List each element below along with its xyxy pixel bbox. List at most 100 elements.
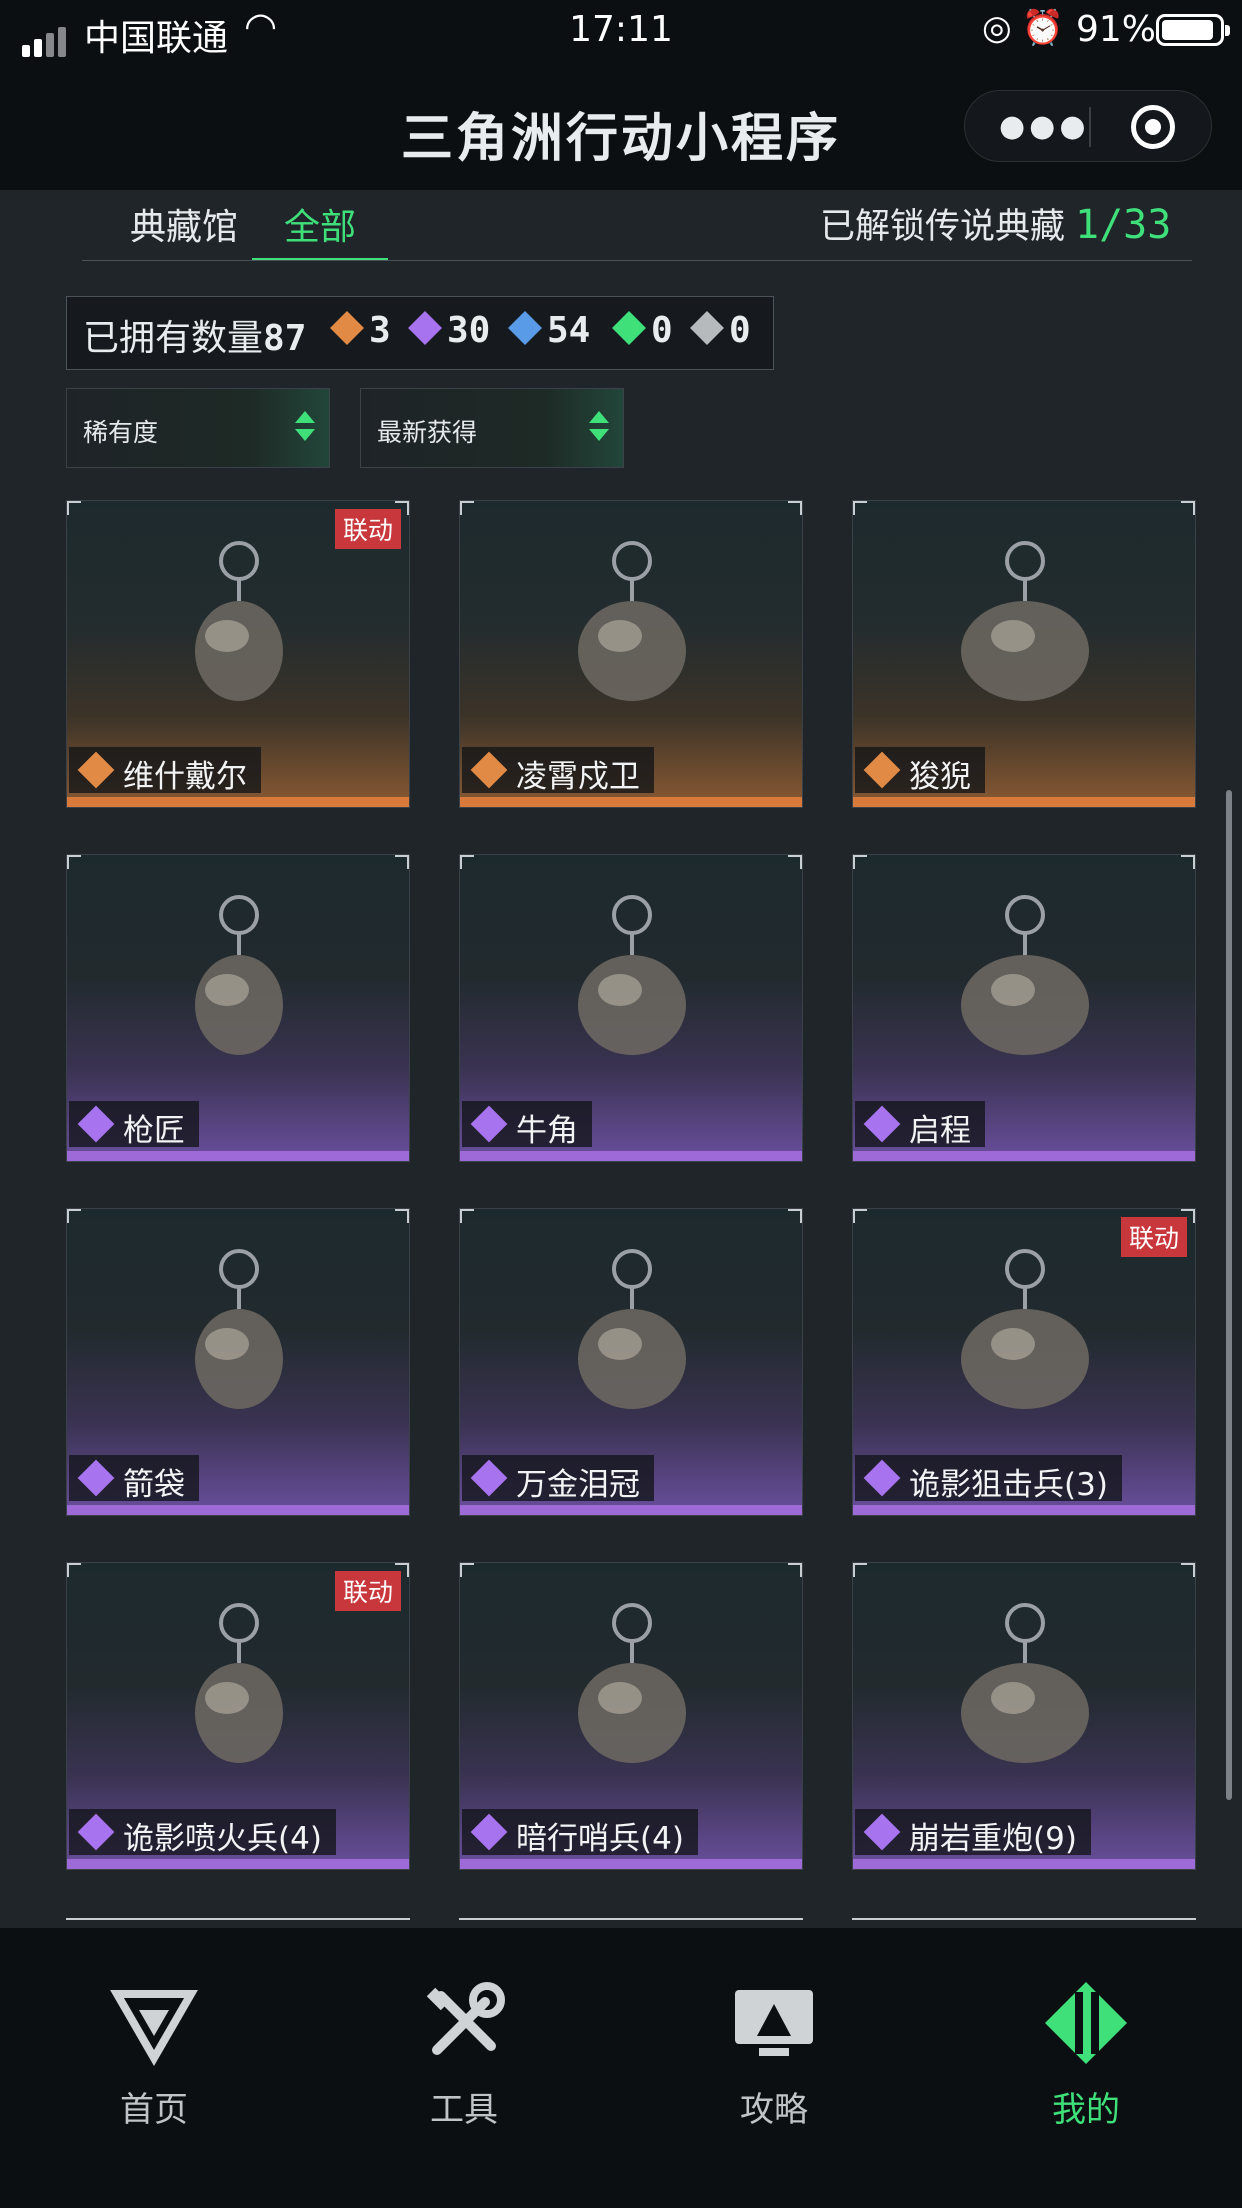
item-name: 诡影狙击兵(3) (909, 1467, 1108, 1503)
collection-item-card[interactable]: 联动诡影喷火兵(4) (66, 1562, 410, 1870)
epic-diamond-icon (408, 311, 442, 345)
tab-divider (82, 260, 1192, 261)
collection-item-card[interactable]: 启程 (852, 854, 1196, 1162)
item-name-plate: 诡影喷火兵(4) (69, 1809, 336, 1857)
nav-profile[interactable]: 我的 (1006, 1978, 1166, 2131)
close-miniprogram-icon[interactable] (1131, 105, 1175, 149)
collab-badge: 联动 (1120, 1217, 1187, 1257)
miniprogram-capsule: ●●● (964, 90, 1212, 162)
collection-item-card[interactable]: 枪匠 (66, 854, 410, 1162)
item-name-plate: 维什戴尔 (69, 747, 261, 795)
epic-count: 30 (408, 310, 491, 351)
collection-item-card[interactable]: 万金泪冠 (459, 1208, 803, 1516)
rarity-diamond-icon (77, 1813, 115, 1851)
common-count-value: 0 (729, 310, 751, 351)
collection-item-card[interactable]: 箭袋 (66, 1208, 410, 1516)
common-count: 0 (690, 310, 751, 351)
next-row-card-peek (66, 1918, 410, 1928)
scrollbar[interactable] (1226, 790, 1232, 1800)
battery-percent: 91% (1076, 9, 1157, 50)
rarity-bar (460, 1859, 802, 1869)
status-bar: 中国联通 ◠ 17:11 ◎⏰ 91% (0, 0, 1242, 62)
rarity-bar (853, 1505, 1195, 1515)
rarity-diamond-icon (77, 1105, 115, 1143)
rarity-diamond-icon (470, 1459, 508, 1497)
top-bar: 中国联通 ◠ 17:11 ◎⏰ 91% 三角洲行动小程序 ●●● (0, 0, 1242, 190)
collab-badge: 联动 (334, 1571, 401, 1611)
battery-icon (1156, 14, 1230, 46)
item-name: 狻猊 (909, 759, 971, 795)
collection-item-card[interactable]: 牛角 (459, 854, 803, 1162)
sort-order-select[interactable]: 最新获得 (360, 388, 624, 468)
rarity-diamond-icon (470, 1105, 508, 1143)
item-name-plate: 枪匠 (69, 1101, 199, 1149)
rarity-bar (853, 1151, 1195, 1161)
item-name-plate: 牛角 (462, 1101, 592, 1149)
item-name: 箭袋 (123, 1467, 185, 1503)
unlock-status: 已解锁传说典藏 1/33 (820, 198, 1171, 249)
tools-icon (426, 1982, 505, 2055)
epic-count-value: 30 (447, 310, 491, 351)
collection-item-card[interactable]: 联动诡影狙击兵(3) (852, 1208, 1196, 1516)
unlock-count: 1/33 (1075, 202, 1172, 248)
rarity-filter-value: 稀有度 (83, 418, 159, 447)
collection-item-card[interactable]: 暗行哨兵(4) (459, 1562, 803, 1870)
item-name-plate: 崩岩重炮(9) (855, 1809, 1091, 1857)
item-name-plate: 狻猊 (855, 747, 985, 795)
item-name: 牛角 (516, 1113, 578, 1149)
item-name-plate: 箭袋 (69, 1455, 199, 1503)
uncommon-count-value: 0 (651, 310, 673, 351)
rarity-diamond-icon (77, 1459, 115, 1497)
rarity-diamond-icon (77, 751, 115, 789)
item-artwork-icon (578, 1603, 686, 1763)
rarity-diamond-icon (863, 751, 901, 789)
next-row-card-peek (852, 1918, 1196, 1928)
item-name-plate: 万金泪冠 (462, 1455, 654, 1503)
rarity-bar (460, 1151, 802, 1161)
item-name: 暗行哨兵(4) (516, 1821, 684, 1857)
item-artwork-icon (578, 541, 686, 701)
rarity-diamond-icon (863, 1459, 901, 1497)
bottom-nav: 首页 工具 攻略 我的 (0, 1928, 1242, 2208)
legendary-count-value: 3 (369, 310, 391, 351)
collection-item-card[interactable]: 崩岩重炮(9) (852, 1562, 1196, 1870)
capsule-divider (1089, 107, 1091, 147)
uncommon-diamond-icon (612, 311, 646, 345)
rare-count-value: 54 (547, 310, 591, 351)
lock-alarm-icons: ◎⏰ (982, 8, 1075, 48)
nav-home[interactable]: 首页 (74, 1978, 234, 2131)
nav-guide-label: 攻略 (740, 2090, 808, 2130)
item-name: 枪匠 (123, 1113, 185, 1149)
more-icon[interactable]: ●●● (999, 112, 1090, 142)
owned-count-bar: 已拥有数量87 3 30 54 0 0 (66, 296, 774, 370)
collection-item-card[interactable]: 凌霄戍卫 (459, 500, 803, 808)
nav-guide[interactable]: 攻略 (694, 1978, 854, 2131)
item-name: 凌霄戍卫 (516, 759, 640, 795)
sort-order-value: 最新获得 (377, 418, 478, 447)
item-name-plate: 启程 (855, 1101, 985, 1149)
rarity-bar (853, 797, 1195, 807)
item-name: 万金泪冠 (516, 1467, 640, 1503)
tab-collection[interactable]: 典藏馆 (130, 198, 238, 250)
collection-item-card[interactable]: 狻猊 (852, 500, 1196, 808)
nav-tools[interactable]: 工具 (384, 1978, 544, 2131)
unlock-label: 已解锁传说典藏 (820, 207, 1066, 247)
uncommon-count: 0 (612, 310, 673, 351)
home-logo-icon (110, 1990, 198, 2066)
item-name: 崩岩重炮(9) (909, 1821, 1077, 1857)
collection-item-card[interactable]: 联动 维什戴尔 (66, 500, 410, 808)
item-artwork-icon (578, 895, 686, 1055)
rarity-bar (460, 1505, 802, 1515)
item-artwork-icon (961, 895, 1089, 1055)
next-row-card-peek (459, 1918, 803, 1928)
rarity-diamond-icon (863, 1813, 901, 1851)
item-name-plate: 诡影狙击兵(3) (855, 1455, 1122, 1503)
item-artwork-icon (195, 895, 283, 1055)
rarity-diamond-icon (470, 751, 508, 789)
tab-all[interactable]: 全部 (284, 198, 356, 250)
rarity-filter-select[interactable]: 稀有度 (66, 388, 330, 468)
common-diamond-icon (690, 311, 724, 345)
profile-diamond-icon (1045, 1982, 1127, 2064)
rarity-bar (67, 797, 409, 807)
owned-count-total: 87 (263, 318, 307, 359)
